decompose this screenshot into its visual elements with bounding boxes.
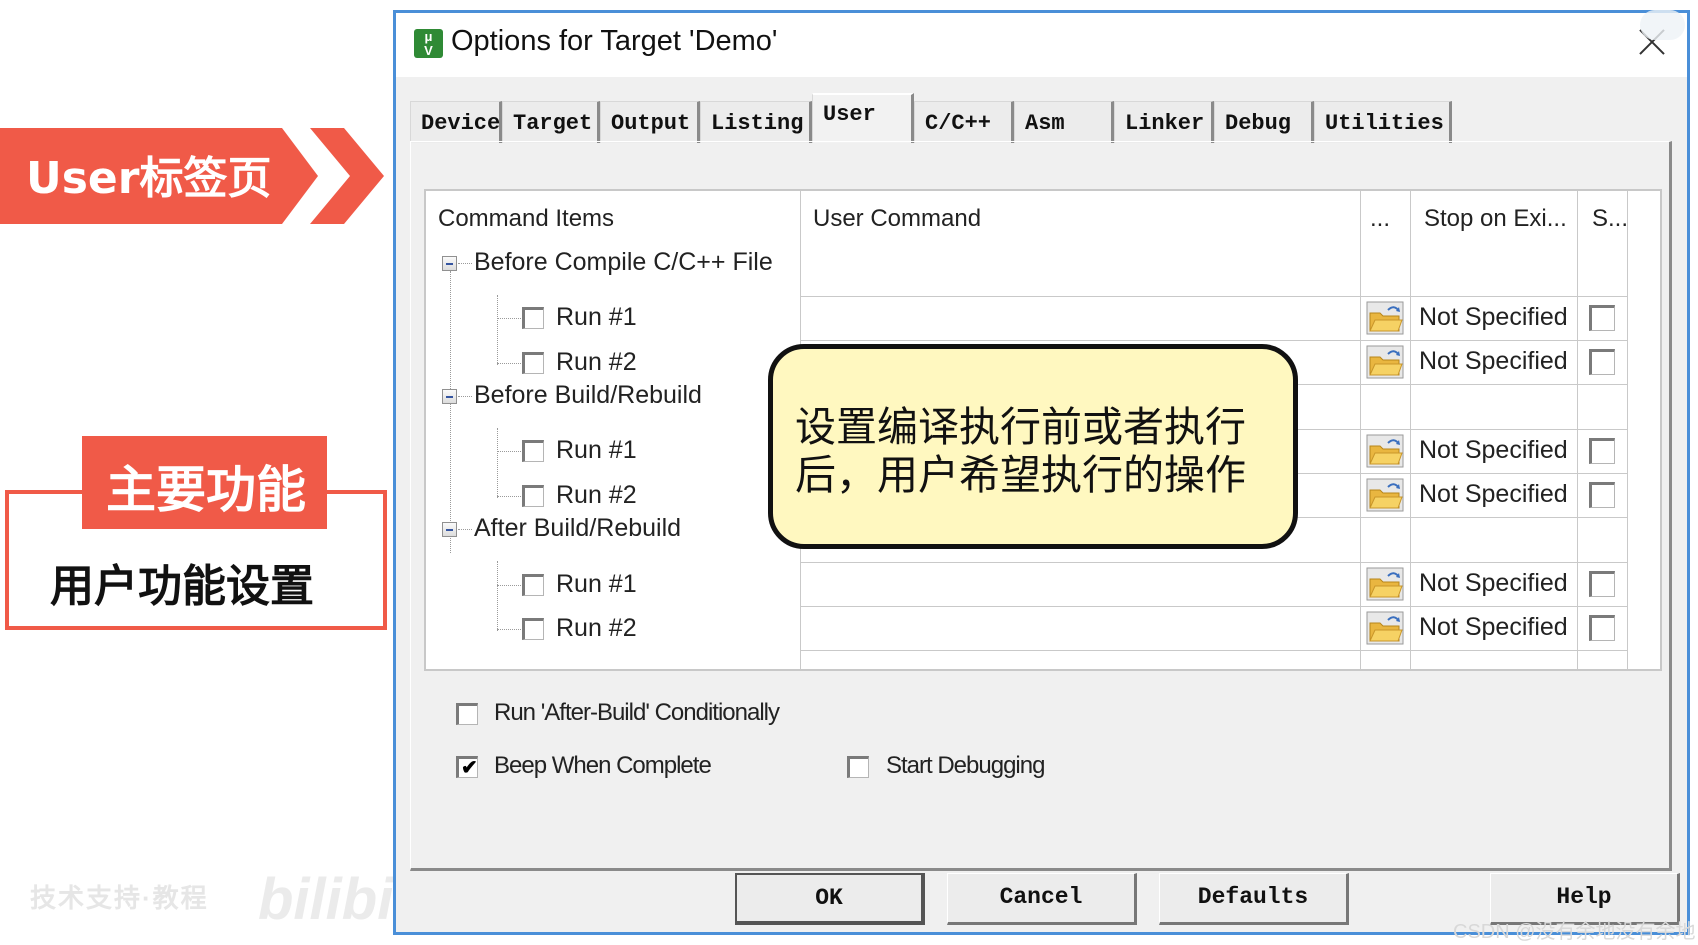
tab-user[interactable]: User bbox=[812, 93, 914, 143]
browse-folder-icon[interactable] bbox=[1366, 611, 1404, 645]
tab-listing[interactable]: Listing bbox=[700, 101, 812, 143]
user-command-input[interactable] bbox=[802, 608, 1358, 648]
s-checkbox[interactable] bbox=[1589, 349, 1615, 375]
dialog-title: Options for Target 'Demo' bbox=[451, 25, 778, 57]
column-divider bbox=[1410, 191, 1411, 669]
tab-device[interactable]: Device bbox=[410, 101, 502, 143]
watermark-text: 技术支持·教程 bbox=[30, 883, 209, 913]
header-command-items[interactable]: Command Items bbox=[438, 205, 614, 233]
title-bar: μV Options for Target 'Demo' bbox=[396, 13, 1687, 77]
run-checkbox[interactable] bbox=[522, 485, 544, 507]
run-label: Run #2 bbox=[556, 481, 637, 509]
run-checkbox[interactable] bbox=[522, 440, 544, 462]
run-label: Run #2 bbox=[556, 348, 637, 376]
defaults-button[interactable]: Defaults bbox=[1159, 873, 1349, 925]
ok-button[interactable]: OK bbox=[735, 873, 925, 925]
banner-label: User标签页 bbox=[26, 153, 272, 204]
floating-badge bbox=[1640, 10, 1685, 40]
browse-folder-icon[interactable] bbox=[1366, 345, 1404, 379]
callout-note: 设置编译执行前或者执行后，用户希望执行的操作 bbox=[768, 344, 1298, 549]
run-label: Run #1 bbox=[556, 436, 637, 464]
header-stop-on-exit[interactable]: Stop on Exi... bbox=[1424, 205, 1567, 233]
s-checkbox[interactable] bbox=[1589, 305, 1615, 331]
run-checkbox[interactable] bbox=[522, 352, 544, 374]
stop-on-exit-value[interactable]: Not Specified bbox=[1419, 303, 1568, 332]
user-tab-banner: User标签页 bbox=[0, 128, 318, 224]
s-checkbox[interactable] bbox=[1589, 438, 1615, 464]
run-checkbox[interactable] bbox=[522, 574, 544, 596]
stop-on-exit-value[interactable]: Not Specified bbox=[1419, 613, 1568, 642]
column-divider bbox=[1577, 191, 1578, 669]
run-after-build-conditionally-checkbox[interactable] bbox=[456, 703, 478, 725]
stop-on-exit-value[interactable]: Not Specified bbox=[1419, 569, 1568, 598]
run-label: Run #1 bbox=[556, 303, 637, 331]
browse-folder-icon[interactable] bbox=[1366, 478, 1404, 512]
group-before-build[interactable]: Before Build/Rebuild bbox=[474, 381, 702, 410]
collapse-toggle-icon[interactable] bbox=[442, 522, 457, 537]
user-command-input[interactable] bbox=[802, 564, 1358, 604]
run-label: Run #2 bbox=[556, 614, 637, 642]
run-label: Run #1 bbox=[556, 570, 637, 598]
tab-linker[interactable]: Linker bbox=[1114, 101, 1214, 143]
column-divider bbox=[1627, 191, 1628, 669]
header-user-command[interactable]: User Command bbox=[813, 205, 981, 233]
function-tag-label: 主要功能 bbox=[106, 461, 306, 519]
run-checkbox[interactable] bbox=[522, 618, 544, 640]
start-debugging-checkbox[interactable] bbox=[847, 756, 869, 778]
column-divider bbox=[1360, 191, 1361, 669]
group-before-compile[interactable]: Before Compile C/C++ File bbox=[474, 248, 773, 277]
run-checkbox[interactable] bbox=[522, 307, 544, 329]
tab-asm[interactable]: Asm bbox=[1014, 101, 1114, 143]
header-browse[interactable]: ... bbox=[1370, 205, 1390, 233]
function-tag: 主要功能 bbox=[82, 436, 327, 529]
start-debugging-label: Start Debugging bbox=[886, 752, 1045, 779]
stop-on-exit-value[interactable]: Not Specified bbox=[1419, 347, 1568, 376]
browse-folder-icon[interactable] bbox=[1366, 434, 1404, 468]
tab-c-cpp[interactable]: C/C++ bbox=[914, 101, 1014, 143]
s-checkbox[interactable] bbox=[1589, 571, 1615, 597]
group-after-build[interactable]: After Build/Rebuild bbox=[474, 514, 681, 543]
beep-when-complete-label: Beep When Complete bbox=[494, 752, 712, 779]
keil-uvision-icon: μV bbox=[414, 29, 443, 58]
collapse-toggle-icon[interactable] bbox=[442, 389, 457, 404]
tab-utilities[interactable]: Utilities bbox=[1314, 101, 1452, 143]
s-checkbox[interactable] bbox=[1589, 482, 1615, 508]
collapse-toggle-icon[interactable] bbox=[442, 256, 457, 271]
function-description: 用户功能设置 bbox=[50, 561, 314, 612]
s-checkbox[interactable] bbox=[1589, 615, 1615, 641]
browse-folder-icon[interactable] bbox=[1366, 567, 1404, 601]
stop-on-exit-value[interactable]: Not Specified bbox=[1419, 480, 1568, 509]
tab-target[interactable]: Target bbox=[502, 101, 600, 143]
header-s[interactable]: S... bbox=[1592, 205, 1628, 233]
stop-on-exit-value[interactable]: Not Specified bbox=[1419, 436, 1568, 465]
user-command-input[interactable] bbox=[802, 298, 1358, 338]
browse-folder-icon[interactable] bbox=[1366, 301, 1404, 335]
cancel-button[interactable]: Cancel bbox=[947, 873, 1137, 925]
csdn-watermark: CSDN @没有余地没有余地 bbox=[1453, 921, 1696, 943]
checkmark-icon: ✔ bbox=[461, 757, 478, 779]
tab-debug[interactable]: Debug bbox=[1214, 101, 1314, 143]
tab-output[interactable]: Output bbox=[600, 101, 700, 143]
callout-text: 设置编译执行前或者执行后，用户希望执行的操作 bbox=[795, 403, 1246, 499]
tab-strip: Device Target Output Listing User C/C++ … bbox=[410, 93, 1452, 143]
chevron-right-icon bbox=[310, 128, 384, 224]
beep-when-complete-checkbox[interactable]: ✔ bbox=[456, 756, 478, 779]
run-after-build-conditionally-label: Run 'After-Build' Conditionally bbox=[494, 699, 780, 726]
